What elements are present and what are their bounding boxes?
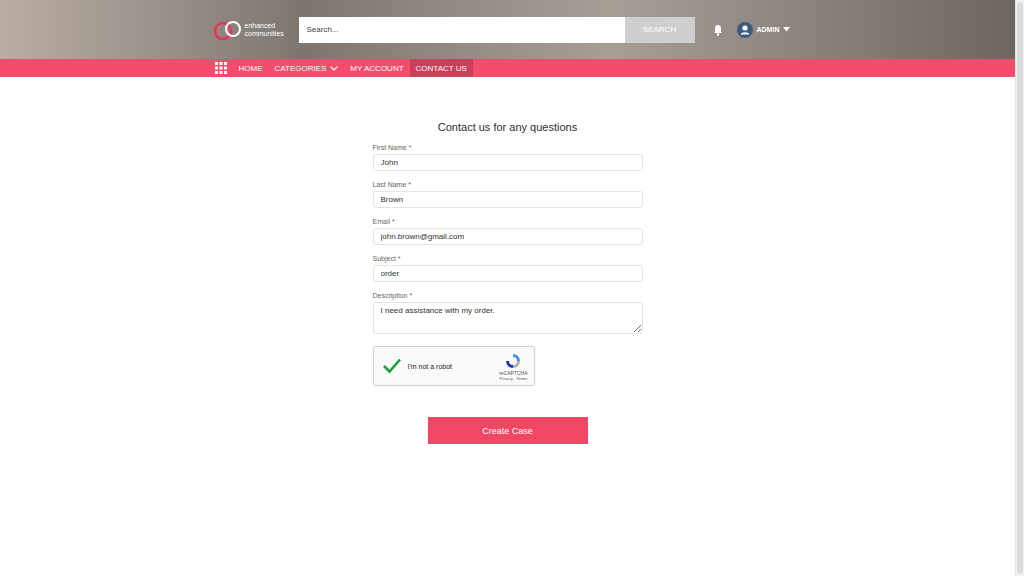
nav-item[interactable]: HOME (233, 59, 269, 77)
scrollbar[interactable] (1015, 0, 1024, 576)
form-field: First Name* (373, 143, 643, 171)
contact-form: Contact us for any questions First Name* L… (373, 121, 643, 444)
field-label: Last Name* (373, 180, 643, 189)
field-textarea[interactable] (373, 302, 643, 334)
logo-line: communities (245, 30, 284, 37)
search-input[interactable] (299, 17, 625, 43)
header-row: enhancedcommunities SEARCH ADMIN (213, 0, 803, 59)
recaptcha-brand-name: reCAPTCHA (499, 370, 527, 376)
nav-item[interactable]: CONTACT US (410, 59, 473, 77)
form-title: Contact us for any questions (373, 121, 643, 133)
form-field: Email* (373, 217, 643, 245)
recaptcha-checkbox[interactable] (382, 356, 402, 376)
search-button[interactable]: SEARCH (625, 17, 695, 43)
avatar-icon (737, 22, 753, 38)
user-name: ADMIN (757, 26, 780, 33)
caret-down-icon (783, 27, 790, 32)
form-field: Description* (373, 291, 643, 334)
page: enhancedcommunities SEARCH ADMIN HOMECATEGO… (0, 0, 1024, 576)
field-input[interactable] (373, 228, 643, 245)
chevron-down-icon (330, 66, 338, 71)
recaptcha: I'm not a robotreCAPTCHAPrivacy - Terms (373, 346, 535, 386)
field-label: Email* (373, 217, 643, 226)
form-field: Last Name* (373, 180, 643, 208)
create-case-button[interactable]: Create Case (428, 417, 588, 444)
user-menu[interactable]: ADMIN (737, 22, 791, 38)
nav-item[interactable]: CATEGORIES (269, 59, 345, 77)
field-input[interactable] (373, 154, 643, 171)
field-label: Description* (373, 291, 643, 300)
form-field: Subject* (373, 254, 643, 282)
bell-icon[interactable] (712, 24, 724, 36)
nav-item[interactable]: MY ACCOUNT (344, 59, 409, 77)
main: enhancedcommunities SEARCH ADMIN HOMECATEGO… (0, 0, 1015, 576)
app-grid-icon[interactable] (215, 62, 227, 74)
logo-text: enhancedcommunities (245, 22, 284, 37)
check-icon (383, 358, 401, 374)
field-label: First Name* (373, 143, 643, 152)
logo[interactable]: enhancedcommunities (213, 19, 291, 41)
logo-icon (213, 19, 243, 41)
search-bar: SEARCH (299, 17, 695, 43)
recaptcha-links[interactable]: Privacy - Terms (500, 376, 527, 381)
logo-line: enhanced (245, 22, 284, 29)
nav-row: HOMECATEGORIESMY ACCOUNTCONTACT US (213, 59, 803, 77)
recaptcha-brand: reCAPTCHAPrivacy - Terms (499, 352, 527, 381)
header: enhancedcommunities SEARCH ADMIN (0, 0, 1015, 59)
scrollbar-thumb[interactable] (1017, 2, 1023, 574)
field-label: Subject* (373, 254, 643, 263)
field-input[interactable] (373, 191, 643, 208)
recaptcha-icon (504, 352, 522, 370)
nav-bar: HOMECATEGORIESMY ACCOUNTCONTACT US (0, 59, 1015, 77)
recaptcha-label: I'm not a robot (408, 363, 500, 370)
field-input[interactable] (373, 265, 643, 282)
